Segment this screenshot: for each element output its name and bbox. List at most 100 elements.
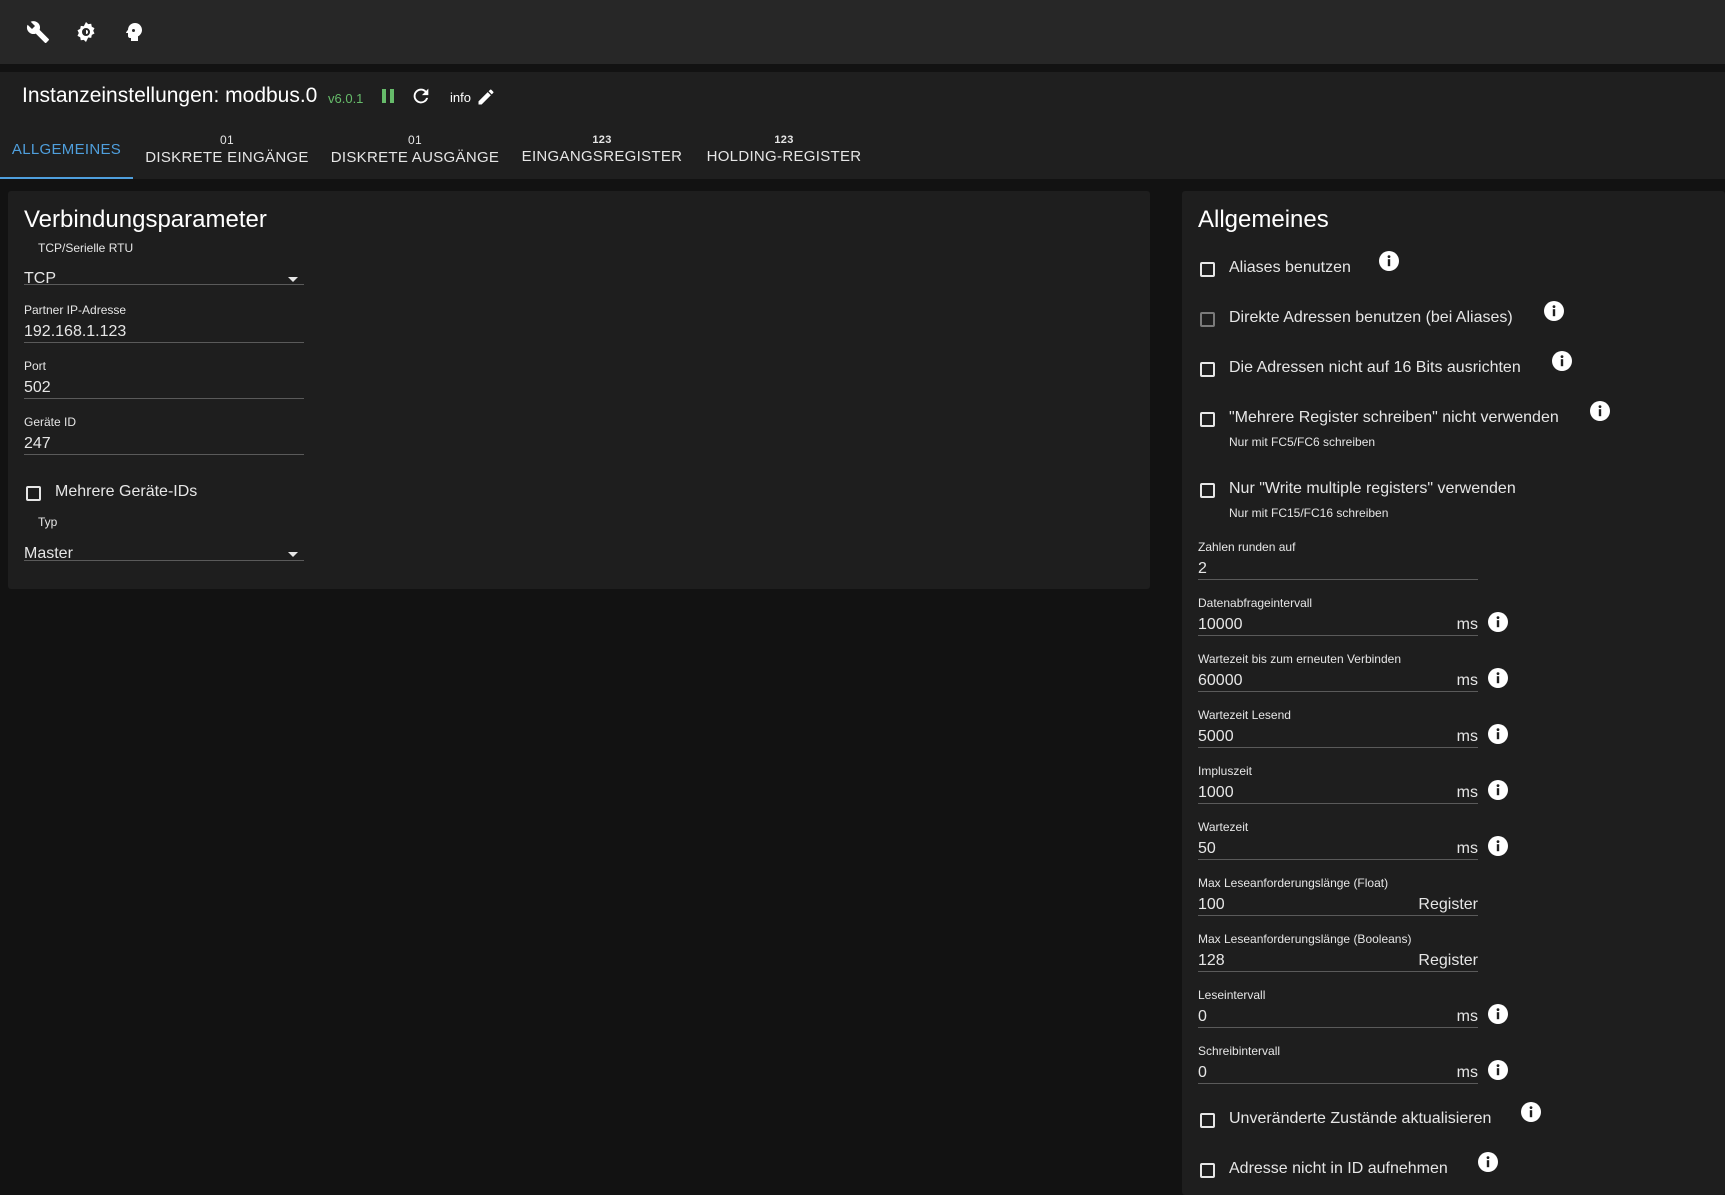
field-value: 10000 — [1198, 616, 1243, 633]
checkbox-label: Adresse nicht in ID aufnehmen — [1229, 1160, 1448, 1177]
only-multi-write-checkbox[interactable]: Nur "Write multiple registers" verwenden… — [1200, 480, 1516, 520]
checkbox-box[interactable] — [1200, 1113, 1215, 1128]
field-value: 0 — [1198, 1064, 1207, 1081]
pause-icon[interactable] — [378, 86, 398, 106]
mode-select-value: TCP — [24, 270, 56, 287]
divider — [24, 398, 304, 399]
port-field[interactable]: Port 502 — [24, 359, 304, 399]
divider — [24, 560, 304, 561]
field-unit: ms — [1456, 728, 1478, 745]
info-icon[interactable] — [1544, 301, 1564, 321]
direct-addresses-checkbox[interactable]: Direkte Adressen benutzen (bei Aliases) — [1200, 309, 1513, 327]
checkbox-box[interactable] — [1200, 362, 1215, 377]
info-icon[interactable] — [1488, 780, 1508, 800]
no-16bit-align-checkbox[interactable]: Die Adressen nicht auf 16 Bits ausrichte… — [1200, 359, 1521, 377]
field-unit: ms — [1456, 1008, 1478, 1025]
pencil-icon[interactable] — [476, 87, 496, 107]
checkbox-box[interactable] — [1200, 1163, 1215, 1178]
read-interval-field[interactable]: Leseintervall 0 ms — [1198, 988, 1478, 1028]
tab-badge: 01 — [408, 133, 422, 147]
connection-title: Verbindungsparameter — [24, 206, 267, 233]
chevron-down-icon — [288, 552, 298, 557]
no-multi-write-checkbox[interactable]: "Mehrere Register schreiben" nicht verwe… — [1200, 409, 1559, 449]
mode-select[interactable]: TCP/Serielle RTU TCP — [24, 241, 304, 287]
field-label: Wartezeit — [1198, 820, 1249, 834]
checkbox-label: Mehrere Geräte-IDs — [55, 483, 198, 500]
poll-interval-field[interactable]: Datenabfrageintervall 10000 ms — [1198, 596, 1478, 636]
info-link[interactable]: info — [450, 90, 471, 105]
wait-time-field[interactable]: Wartezeit 50 ms — [1198, 820, 1478, 860]
instance-header: Instanzeinstellungen: modbus.0 v6.0.1 in… — [0, 72, 1725, 120]
tab-badge: 01 — [220, 133, 234, 147]
reload-icon[interactable] — [410, 85, 432, 107]
tab-bar: ALLGEMEINES 01 DISKRETE EINGÄNGE 01 DISK… — [0, 120, 1725, 179]
tab-diskrete-ausgaenge[interactable]: 01 DISKRETE AUSGÄNGE — [327, 120, 503, 179]
info-icon[interactable] — [1552, 351, 1572, 371]
field-value: 128 — [1198, 952, 1225, 969]
wrench-icon[interactable] — [24, 18, 52, 46]
field-label: Schreibintervall — [1198, 1044, 1281, 1058]
checkbox-helper-text: Nur mit FC15/FC16 schreiben — [1229, 506, 1389, 520]
divider — [1198, 691, 1478, 692]
field-label: Wartezeit bis zum erneuten Verbinden — [1198, 652, 1401, 666]
field-unit: ms — [1456, 1064, 1478, 1081]
checkbox-helper-text: Nur mit FC5/FC6 schreiben — [1229, 435, 1376, 449]
tab-diskrete-eingaenge[interactable]: 01 DISKRETE EINGÄNGE — [137, 120, 317, 179]
field-label: Max Leseanforderungslänge (Float) — [1198, 876, 1389, 890]
multi-ids-checkbox[interactable]: Mehrere Geräte-IDs — [26, 483, 197, 501]
field-value: 5000 — [1198, 728, 1234, 745]
checkbox-box[interactable] — [26, 486, 41, 501]
ip-field[interactable]: Partner IP-Adresse 192.168.1.123 — [24, 303, 304, 343]
divider — [1198, 803, 1478, 804]
checkbox-box[interactable] — [1200, 412, 1215, 427]
mode-select-label: TCP/Serielle RTU — [38, 241, 134, 255]
info-icon[interactable] — [1478, 1152, 1498, 1172]
tab-badge: 123 — [774, 134, 794, 146]
divider — [1198, 579, 1478, 580]
max-float-field[interactable]: Max Leseanforderungslänge (Float) 100 Re… — [1198, 876, 1478, 916]
info-icon[interactable] — [1488, 668, 1508, 688]
checkbox-box[interactable] — [1200, 262, 1215, 277]
tab-label: HOLDING-REGISTER — [706, 148, 862, 165]
face-icon[interactable] — [120, 18, 148, 46]
aliases-checkbox[interactable]: Aliases benutzen — [1200, 259, 1351, 277]
info-icon[interactable] — [1590, 401, 1610, 421]
checkbox-box[interactable] — [1200, 483, 1215, 498]
info-icon[interactable] — [1488, 836, 1508, 856]
checkbox-label: Aliases benutzen — [1229, 259, 1351, 276]
divider — [1198, 1027, 1478, 1028]
ip-field-label: Partner IP-Adresse — [24, 303, 127, 317]
checkbox-label: Direkte Adressen benutzen (bei Aliases) — [1229, 309, 1513, 326]
info-icon[interactable] — [1488, 1004, 1508, 1024]
read-timeout-field[interactable]: Wartezeit Lesend 5000 ms — [1198, 708, 1478, 748]
pulse-time-field[interactable]: Impluszeit 1000 ms — [1198, 764, 1478, 804]
reconnect-field[interactable]: Wartezeit bis zum erneuten Verbinden 600… — [1198, 652, 1478, 692]
device-id-field[interactable]: Geräte ID 247 — [24, 415, 304, 455]
write-interval-field[interactable]: Schreibintervall 0 ms — [1198, 1044, 1478, 1084]
general-title: Allgemeines — [1198, 206, 1329, 233]
field-unit: ms — [1456, 840, 1478, 857]
info-icon[interactable] — [1488, 1060, 1508, 1080]
type-select[interactable]: Typ Master — [24, 515, 304, 562]
max-bool-field[interactable]: Max Leseanforderungslänge (Booleans) 128… — [1198, 932, 1478, 972]
no-address-in-id-checkbox[interactable]: Adresse nicht in ID aufnehmen — [1200, 1160, 1448, 1178]
info-icon[interactable] — [1379, 251, 1399, 271]
round-field[interactable]: Zahlen runden auf 2 — [1198, 540, 1478, 580]
field-unit: ms — [1456, 784, 1478, 801]
info-icon[interactable] — [1488, 724, 1508, 744]
field-value: 50 — [1198, 840, 1216, 857]
info-icon[interactable] — [1488, 612, 1508, 632]
info-icon[interactable] — [1521, 1102, 1541, 1122]
tab-holding-register[interactable]: 123 HOLDING-REGISTER — [700, 120, 868, 179]
field-label: Impluszeit — [1198, 764, 1253, 778]
tab-eingangsregister[interactable]: 123 EINGANGSREGISTER — [518, 120, 686, 179]
update-unchanged-checkbox[interactable]: Unveränderte Zustände aktualisieren — [1200, 1110, 1491, 1128]
field-value: 100 — [1198, 896, 1225, 913]
tab-badge: 123 — [592, 134, 612, 146]
divider — [1198, 915, 1478, 916]
tab-allgemeines[interactable]: ALLGEMEINES — [0, 120, 133, 179]
device-id-field-label: Geräte ID — [24, 415, 77, 429]
checkbox-box[interactable] — [1200, 312, 1215, 327]
divider — [1198, 635, 1478, 636]
settings-icon[interactable] — [72, 18, 100, 46]
